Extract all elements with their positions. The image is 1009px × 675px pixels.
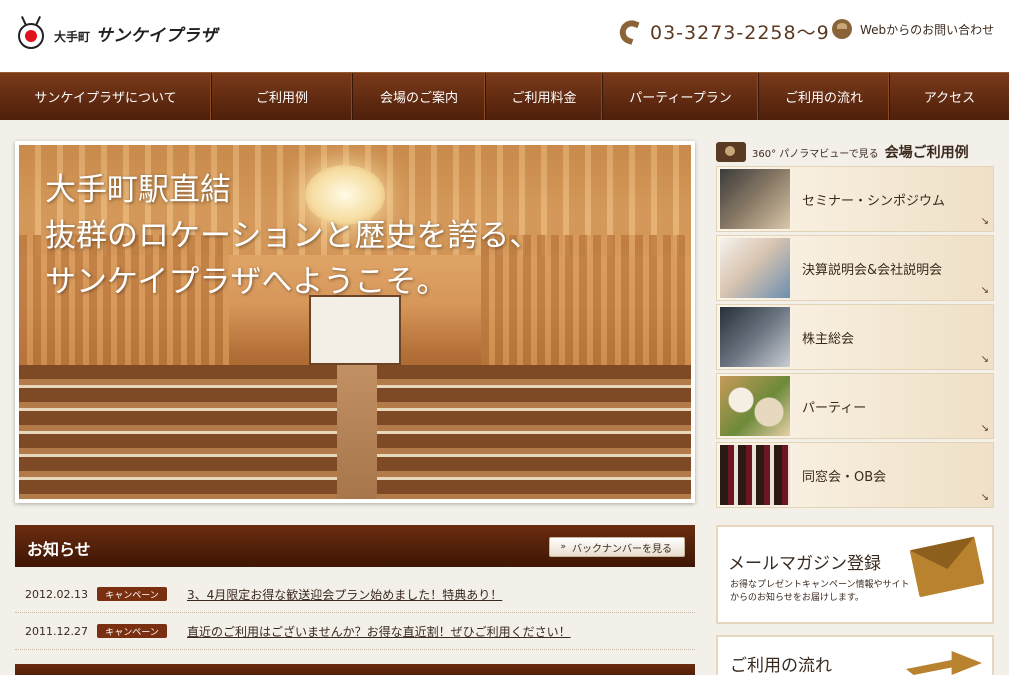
arrow-icon: ↘	[980, 492, 989, 503]
hero-line-1: 大手町駅直結	[45, 172, 231, 208]
nav-access[interactable]: アクセス	[890, 73, 1009, 120]
usage-examples-heading: 360° パノラマビューで見る 会場ご利用例	[716, 140, 996, 164]
global-nav: サンケイプラザについて ご利用例 会場のご案内 ご利用料金 パーティープラン ご…	[0, 72, 1009, 120]
backnumber-label: バックナンバーを見る	[572, 543, 672, 555]
news-link[interactable]: 3、4月限定お得な歓送迎会プラン始めました！特典あり！	[187, 586, 502, 603]
usage-flow-title: ご利用の流れ	[730, 656, 832, 675]
news-item: 2012.02.13 キャンペーン 3、4月限定お得な歓送迎会プラン始めました！…	[15, 576, 695, 613]
reunion-thumbnail	[720, 445, 790, 505]
nav-usage-examples[interactable]: ご利用例	[212, 73, 353, 120]
phone-icon	[616, 16, 642, 46]
nav-flow[interactable]: ご利用の流れ	[759, 73, 890, 120]
mail-magazine-banner[interactable]: メールマガジン登録 お得なプレゼントキャンペーン情報やサイトからのお知らせをお届…	[716, 525, 994, 624]
envelope-icon	[909, 536, 985, 598]
usage-item-party[interactable]: パーティー ↘	[716, 373, 994, 439]
usage-item-shareholders[interactable]: 株主総会 ↘	[716, 304, 994, 370]
shareholders-thumbnail	[720, 307, 790, 367]
news-date: 2011.12.27	[25, 624, 88, 638]
usage-examples-list: セミナー・シンポジウム ↘ 決算説明会&会社説明会 ↘ 株主総会 ↘ パーティー…	[716, 166, 994, 511]
nav-party-plan[interactable]: パーティープラン	[603, 73, 759, 120]
usage-examples-title: 会場ご利用例	[884, 145, 969, 161]
web-contact-link[interactable]: Webからのお問い合わせ	[832, 19, 994, 39]
nav-venues[interactable]: 会場のご案内	[353, 73, 486, 120]
news-date: 2012.02.13	[25, 587, 88, 601]
hero-banner: 大手町駅直結 抜群のロケーションと歴史を誇る、 サンケイプラザへようこそ。	[15, 141, 695, 503]
hero-line-2: 抜群のロケーションと歴史を誇る、	[45, 218, 541, 254]
usage-item-seminar[interactable]: セミナー・シンポジウム ↘	[716, 166, 994, 232]
hero-heading: 大手町駅直結 抜群のロケーションと歴史を誇る、 サンケイプラザへようこそ。	[45, 167, 540, 305]
news-category-badge: キャンペーン	[97, 587, 167, 601]
arrow-icon: ↘	[980, 354, 989, 365]
logo-mark-icon	[14, 16, 48, 50]
nav-pricing[interactable]: ご利用料金	[486, 73, 603, 120]
arrow-graphic-icon	[906, 651, 982, 675]
logo-large-text: サンケイプラザ	[95, 25, 218, 46]
briefing-thumbnail	[720, 238, 790, 298]
news-title: お知らせ	[27, 540, 91, 559]
panorama-caption: 360° パノラマビューで見る	[752, 148, 879, 160]
hero-line-3: サンケイプラザへようこそ。	[45, 264, 448, 300]
usage-flow-banner[interactable]: ご利用の流れ	[716, 635, 994, 675]
mouse-icon	[832, 19, 852, 39]
phone-number: 03-3273-2258〜9	[650, 21, 830, 44]
double-chevron-icon: »	[560, 542, 566, 552]
site-logo[interactable]: 大手町 サンケイプラザ	[14, 16, 218, 50]
camera-icon	[716, 142, 746, 162]
mail-magazine-description: お得なプレゼントキャンペーン情報やサイトからのお知らせをお届けします。	[730, 580, 910, 603]
phone-block: 03-3273-2258〜9	[616, 16, 830, 46]
news-category-badge: キャンペーン	[97, 624, 167, 638]
usage-item-briefing[interactable]: 決算説明会&会社説明会 ↘	[716, 235, 994, 301]
arrow-icon: ↘	[980, 285, 989, 296]
mail-magazine-title: メールマガジン登録	[728, 554, 881, 574]
news-list: 2012.02.13 キャンペーン 3、4月限定お得な歓送迎会プラン始めました！…	[15, 576, 695, 650]
seminar-thumbnail	[720, 169, 790, 229]
logo-small-text: 大手町	[54, 29, 91, 44]
site-header: 大手町 サンケイプラザ 03-3273-2258〜9 Webからのお問い合わせ	[0, 0, 1009, 72]
projection-screen	[309, 295, 401, 365]
next-section-header	[15, 664, 695, 675]
news-item: 2011.12.27 キャンペーン 直近のご利用はございませんか？お得な直近割！…	[15, 613, 695, 650]
news-link[interactable]: 直近のご利用はございませんか？お得な直近割！ぜひご利用ください！	[187, 623, 571, 640]
party-thumbnail	[720, 376, 790, 436]
arrow-icon: ↘	[980, 216, 989, 227]
nav-about[interactable]: サンケイプラザについて	[0, 73, 212, 120]
news-header: お知らせ » バックナンバーを見る	[15, 525, 695, 567]
backnumber-button[interactable]: » バックナンバーを見る	[549, 537, 685, 557]
usage-item-reunion[interactable]: 同窓会・OB会 ↘	[716, 442, 994, 508]
arrow-icon: ↘	[980, 423, 989, 434]
web-contact-label: Webからのお問い合わせ	[860, 22, 995, 37]
